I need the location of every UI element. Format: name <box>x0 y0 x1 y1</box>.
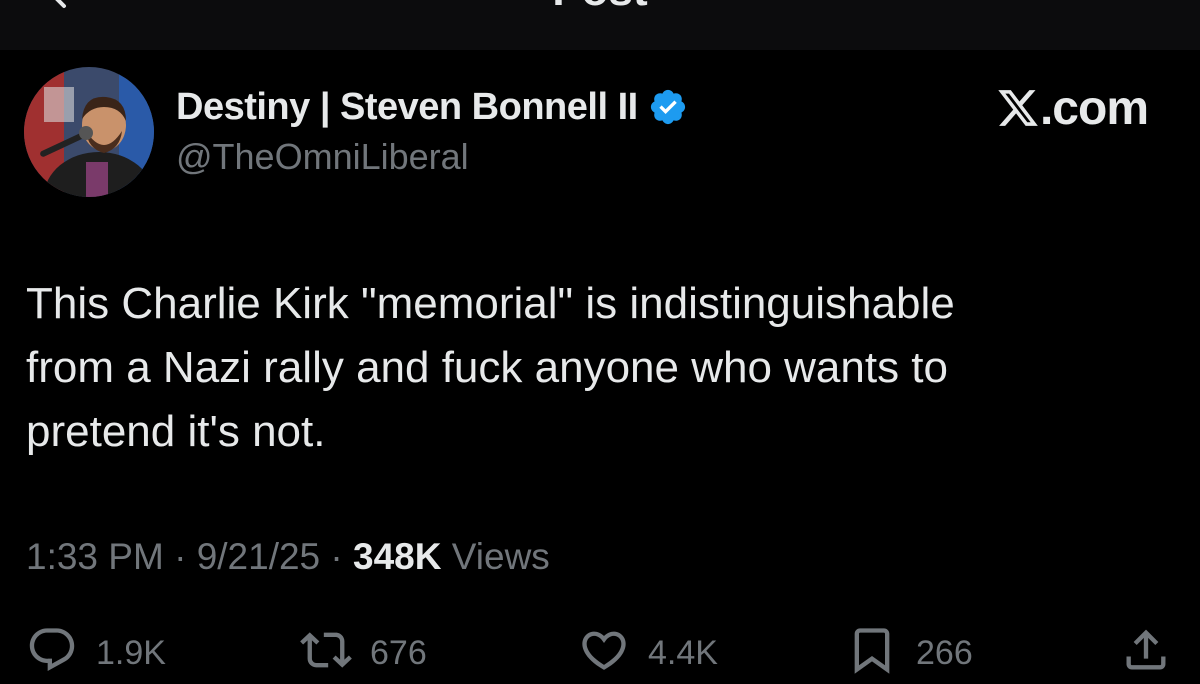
avatar[interactable] <box>24 67 154 197</box>
meta-separator: · <box>163 536 197 577</box>
post-time[interactable]: 1:33 PM <box>26 536 164 577</box>
meta-separator: · <box>320 536 354 577</box>
author-handle[interactable]: @TheOmniLiberal <box>176 136 469 178</box>
views-label: Views <box>441 536 550 577</box>
reply-button[interactable]: 1.9K <box>26 624 166 676</box>
repost-count: 676 <box>370 634 427 672</box>
views-count[interactable]: 348K <box>353 536 441 577</box>
like-count: 4.4K <box>648 634 718 672</box>
post-text: This Charlie Kirk "memorial" is indistin… <box>26 279 955 456</box>
page-title: Post <box>0 0 1200 16</box>
author-name-row[interactable]: Destiny | Steven Bonnell II <box>176 82 688 132</box>
bookmark-icon <box>854 628 890 674</box>
top-bar: Post <box>0 0 1200 50</box>
repost-button[interactable]: 676 <box>300 624 427 676</box>
share-button[interactable] <box>1120 624 1172 676</box>
share-icon <box>1126 629 1166 670</box>
like-button[interactable]: 4.4K <box>578 624 718 676</box>
verified-badge-icon <box>650 89 685 125</box>
post-meta: 1:33 PM · 9/21/25 · 348K Views <box>26 536 550 578</box>
reply-count: 1.9K <box>96 634 166 672</box>
x-logo-icon <box>998 90 1038 126</box>
reply-icon <box>29 628 75 672</box>
post-date[interactable]: 9/21/25 <box>197 536 320 577</box>
watermark: .com <box>996 80 1149 136</box>
display-name[interactable]: Destiny | Steven Bonnell II <box>176 86 638 129</box>
bookmark-button[interactable]: 266 <box>846 624 973 676</box>
bookmark-count: 266 <box>916 634 973 672</box>
action-bar: 1.9K 676 4.4K 266 <box>0 624 1200 684</box>
heart-icon <box>582 631 626 670</box>
watermark-text: .com <box>1039 81 1149 135</box>
repost-icon <box>300 632 352 668</box>
